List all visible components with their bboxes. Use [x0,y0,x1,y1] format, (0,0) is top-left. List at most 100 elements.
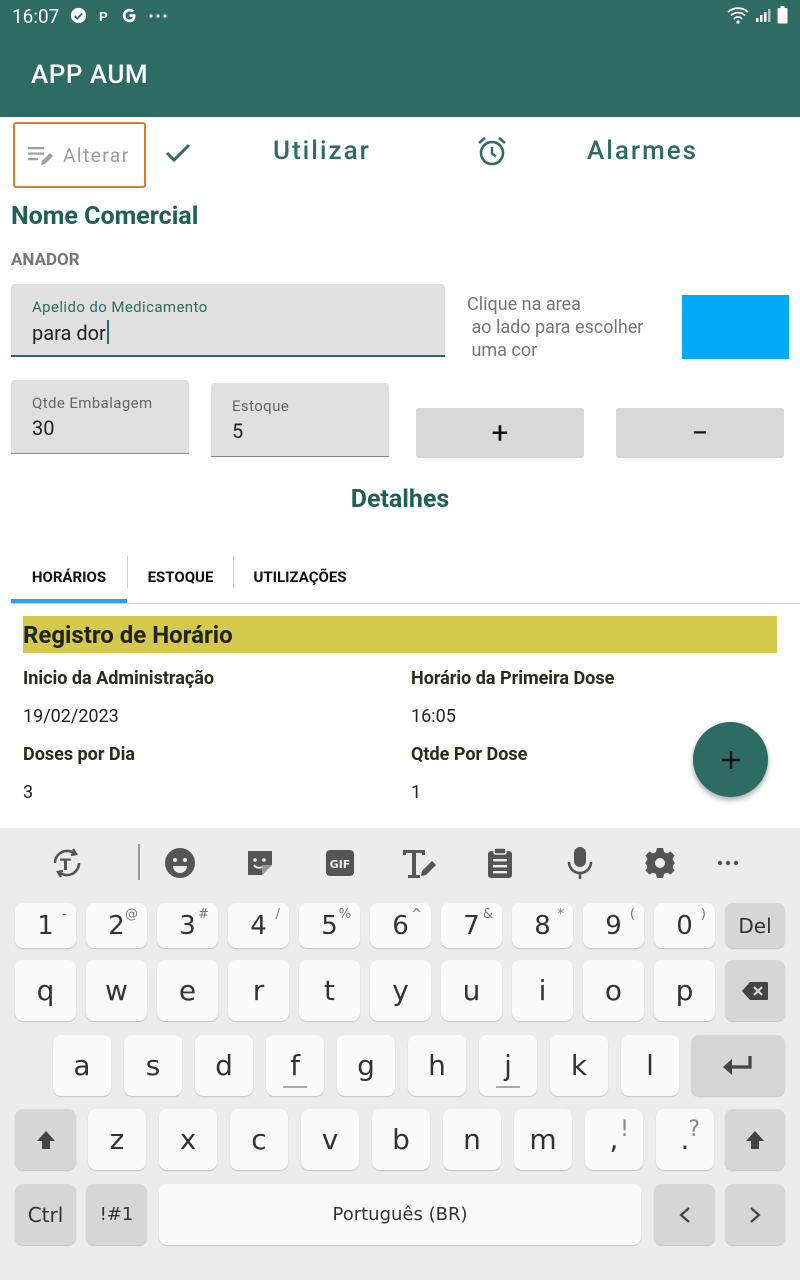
key-p[interactable]: p [654,960,715,1021]
tab-utilizacoes-label: UTILIZAÇÕES [253,567,347,586]
key-char: l [646,1049,654,1082]
key-char: o [604,974,623,1007]
backspace-key[interactable] [725,960,785,1021]
key-t[interactable]: t [299,960,360,1021]
shift-key-right[interactable] [725,1109,785,1170]
qtde-embalagem-field[interactable]: Qtde Embalagem 30 [11,380,189,454]
color-picker[interactable] [682,295,789,359]
text-edit-icon[interactable] [401,845,437,881]
tab-horarios[interactable]: HORÁRIOS [11,550,127,603]
cursor-right-key[interactable] [725,1184,785,1245]
key-char: , [609,1123,619,1156]
tab-utilizacoes[interactable]: UTILIZAÇÕES [234,550,366,603]
key-e[interactable]: e [157,960,218,1021]
key-7[interactable]: 7 & [441,903,502,948]
key-comma[interactable]: ,! [585,1109,643,1170]
key-5[interactable]: 5% [299,903,360,948]
key-f[interactable]: f [266,1035,324,1096]
tab-estoque[interactable]: ESTOQUE [128,550,233,603]
add-fab-button[interactable] [693,722,768,797]
registro-header: Registro de Horário [23,616,777,653]
key-w[interactable]: w [86,960,147,1021]
estoque-label: Estoque [232,397,290,415]
cursor-left-key[interactable] [654,1184,715,1245]
delete-key[interactable]: Del [725,903,785,948]
key-q[interactable]: q [15,960,76,1021]
key-6[interactable]: 6 ^ [370,903,431,948]
plus-button[interactable]: + [416,408,584,458]
key-l[interactable]: l [621,1035,679,1096]
utilizar-button[interactable]: Utilizar [273,136,371,166]
clipboard-icon[interactable] [482,845,518,881]
space-key[interactable]: Português (BR) [159,1184,641,1245]
key-b[interactable]: b [372,1109,430,1170]
key-3[interactable]: 3 # [157,903,218,948]
settings-icon[interactable] [642,845,678,881]
primeira-dose-label: Horário da Primeira Dose [411,668,615,689]
key-0[interactable]: 0) [654,903,715,948]
translate-icon[interactable]: T [47,845,87,881]
key-h[interactable]: h [408,1035,466,1096]
apelido-input[interactable]: para dor [32,320,109,345]
minus-button[interactable]: − [616,408,784,458]
shift-key-left[interactable] [15,1109,76,1170]
key-v[interactable]: v [301,1109,359,1170]
key-alt: # [198,907,209,922]
key-a[interactable]: a [53,1035,111,1096]
key-alt: - [62,907,67,922]
key-4[interactable]: 4/ [228,903,289,948]
enter-key[interactable] [691,1035,785,1096]
more-icon [149,13,167,18]
alterar-label: Alterar [63,143,130,167]
estoque-value[interactable]: 5 [232,419,243,443]
key-c[interactable]: c [230,1109,288,1170]
alarmes-button[interactable]: Alarmes [587,136,698,166]
estoque-field[interactable]: Estoque 5 [211,383,389,457]
key-2[interactable]: 2 @ [86,903,147,948]
key-char: Ctrl [27,1202,64,1227]
key-alt: ? [688,1117,700,1142]
apelido-label: Apelido do Medicamento [32,298,208,316]
key-char: g [357,1049,375,1082]
key-x[interactable]: x [159,1109,217,1170]
ctrl-key[interactable]: Ctrl [15,1184,76,1245]
key-1[interactable]: 1- [15,903,76,948]
key-s[interactable]: s [124,1035,182,1096]
key-y[interactable]: y [370,960,431,1021]
qtde-embalagem-value[interactable]: 30 [32,416,54,440]
key-d[interactable]: d [195,1035,253,1096]
key-g[interactable]: g [337,1035,395,1096]
key-u[interactable]: u [441,960,502,1021]
app-title: APP AUM [31,60,149,90]
key-char: m [529,1123,557,1156]
gif-icon[interactable]: GIF [322,845,358,881]
alarm-icon[interactable] [477,136,507,168]
mic-icon[interactable] [562,845,598,881]
check-icon[interactable] [163,138,193,168]
key-char: Del [738,913,772,938]
doses-dia-value: 3 [23,782,34,803]
key-i[interactable]: i [512,960,573,1021]
emoji-icon[interactable] [162,845,198,881]
alterar-button[interactable]: Alterar [13,122,146,188]
more-icon[interactable] [710,845,746,881]
key-period[interactable]: .? [656,1109,714,1170]
key-8[interactable]: 8 * [512,903,573,948]
battery-icon [777,6,788,24]
key-k[interactable]: k [550,1035,608,1096]
enter-icon [723,1055,752,1075]
key-j[interactable]: j [479,1035,537,1096]
apelido-field[interactable]: Apelido do Medicamento para dor [11,284,445,357]
key-z[interactable]: z [88,1109,146,1170]
minus-label: − [691,415,709,451]
key-char: 6 [392,910,409,941]
key-o[interactable]: o [583,960,644,1021]
key-9[interactable]: 9( [583,903,644,948]
sticker-icon[interactable] [242,845,278,881]
key-n[interactable]: n [443,1109,501,1170]
key-r[interactable]: r [228,960,289,1021]
signal-icon [756,9,771,22]
edit-notes-icon [28,147,53,165]
symbols-key[interactable]: !#1 [86,1184,147,1245]
key-m[interactable]: m [514,1109,572,1170]
